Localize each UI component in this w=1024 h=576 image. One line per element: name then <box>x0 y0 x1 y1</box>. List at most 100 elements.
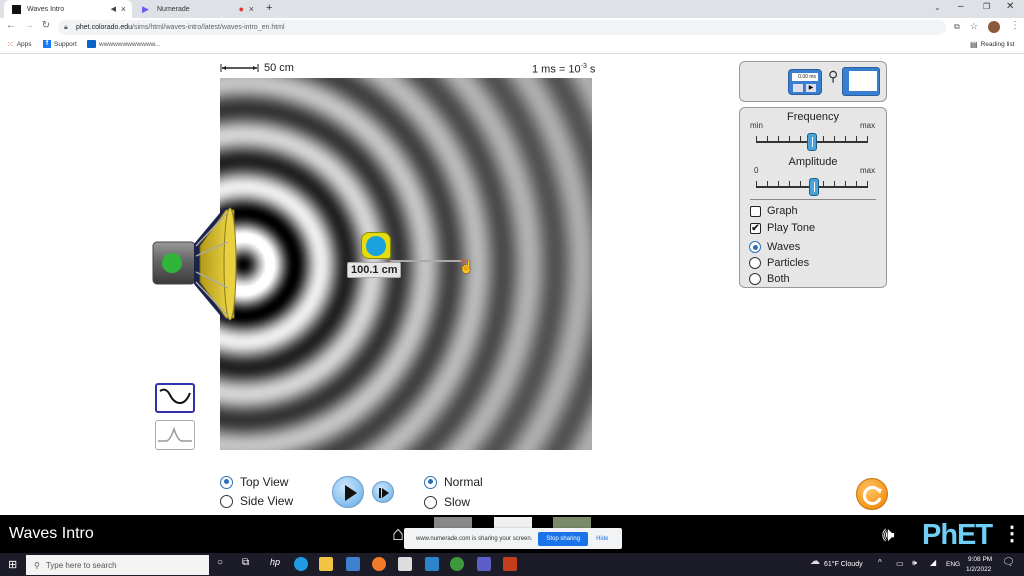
bookmark-star-icon[interactable]: ☆ <box>970 21 978 32</box>
clock-date[interactable]: 1/2/2022 <box>966 566 991 573</box>
graph-checkbox[interactable]: Graph <box>750 205 798 217</box>
task-view-icon[interactable]: ⧉ <box>242 557 249 568</box>
reset-icon <box>862 486 882 505</box>
tab-numerade[interactable]: ▶ Numerade ● × <box>134 0 260 18</box>
amplitude-slider[interactable] <box>756 178 868 196</box>
edge-icon[interactable] <box>294 557 308 571</box>
url-path: /sims/html/waves-intro/latest/waves-intr… <box>132 24 285 31</box>
forward-button[interactable]: → <box>22 20 36 31</box>
share-icon[interactable]: ⧉ <box>954 22 960 32</box>
both-radio[interactable]: Both <box>749 273 790 285</box>
profile-avatar[interactable] <box>988 21 1000 33</box>
browser-menu-icon[interactable]: ⋮ <box>1010 20 1020 31</box>
play-button[interactable] <box>332 476 364 508</box>
frequency-slider[interactable] <box>756 133 868 151</box>
continuous-wave-button[interactable] <box>155 383 195 413</box>
normal-radio-circle[interactable] <box>424 475 437 489</box>
hp-icon[interactable]: hp <box>270 557 280 567</box>
bookmark-apps[interactable]: ⁙ Apps <box>7 40 32 49</box>
play-tone-checkbox[interactable]: ✔ Play Tone <box>750 222 815 234</box>
back-button[interactable]: ← <box>4 20 18 31</box>
reload-button[interactable]: ↻ <box>39 20 53 31</box>
clock-time[interactable]: 9:08 PM <box>968 556 992 563</box>
reset-all-button[interactable] <box>856 478 888 510</box>
tab-waves-intro[interactable]: Waves Intro ◀ × <box>4 0 132 18</box>
slow-label: Slow <box>444 495 471 509</box>
language-indicator[interactable]: ENG <box>946 561 960 568</box>
stop-sharing-button[interactable]: Stop sharing <box>538 531 589 546</box>
speaker[interactable] <box>150 202 240 326</box>
store-icon[interactable] <box>398 557 412 571</box>
normal-speed-radio[interactable]: Normal <box>424 475 483 489</box>
tab-title: Waves Intro <box>27 5 65 13</box>
taskbar-search-box[interactable]: ⚲ Type here to search <box>26 555 209 575</box>
volume-icon[interactable]: 🕪︎ <box>912 558 917 568</box>
bookmark-outlook[interactable]: wwwwwwwwwwww... <box>87 40 160 48</box>
restore-button[interactable]: ❐ <box>983 2 990 11</box>
amplitude-slider-thumb[interactable] <box>809 178 820 196</box>
play-tone-checkbox-box[interactable]: ✔ <box>750 222 761 234</box>
mail-icon[interactable] <box>346 557 360 571</box>
meet-now-icon[interactable]: ▭ <box>896 559 904 568</box>
waves-radio-circle[interactable] <box>749 241 761 253</box>
chrome-icon[interactable] <box>450 557 464 571</box>
top-view-radio-circle[interactable] <box>220 475 233 489</box>
particles-radio-circle[interactable] <box>749 257 761 269</box>
graph-checkbox-box[interactable] <box>750 205 761 217</box>
cortana-icon[interactable]: ○ <box>217 557 223 568</box>
slider-tick <box>844 136 846 142</box>
reading-list-button[interactable]: ▤ Reading list <box>970 40 1015 49</box>
close-tab-icon[interactable]: × <box>121 4 126 14</box>
bookmark-label: Apps <box>16 41 32 48</box>
file-explorer-icon[interactable] <box>319 557 333 571</box>
particles-radio[interactable]: Particles <box>749 257 809 269</box>
windows-start-icon[interactable]: ⊞ <box>8 558 17 571</box>
waves-radio[interactable]: Waves <box>749 241 800 253</box>
close-window-button[interactable]: ✕ <box>1006 1 1014 12</box>
frequency-min-label: min <box>750 121 763 130</box>
stopwatch-tool[interactable]: 0.00 ms ▶ <box>788 69 822 95</box>
tape-measure-body[interactable] <box>361 232 391 259</box>
new-tab-button[interactable]: + <box>266 2 272 14</box>
side-view-radio[interactable]: Side View <box>220 494 293 508</box>
both-radio-circle[interactable] <box>749 273 761 285</box>
slider-tick <box>855 181 857 187</box>
slow-radio-circle[interactable] <box>424 495 437 509</box>
minimize-button[interactable]: – <box>958 1 964 12</box>
frequency-slider-thumb[interactable] <box>807 133 817 151</box>
teams-icon[interactable] <box>477 557 491 571</box>
notifications-icon[interactable]: 🗨︎ <box>1002 557 1015 568</box>
weather-text[interactable]: 61°F Cloudy <box>824 561 863 568</box>
wave-area <box>220 78 592 450</box>
close-tab-icon[interactable]: × <box>249 4 254 14</box>
side-view-label: Side View <box>240 494 294 508</box>
url-bar[interactable]: 🔒︎ phet.colorado.edu/sims/html/waves-int… <box>58 20 946 35</box>
tab-search-icon[interactable]: ⌄ <box>934 3 941 12</box>
phet-menu-icon[interactable]: ⋮ <box>1002 521 1022 546</box>
wave-meter-tool[interactable] <box>842 67 880 96</box>
bookmark-label: wwwwwwwwwwww... <box>99 40 161 48</box>
hand-cursor-icon: ☝ <box>459 260 474 274</box>
home-icon[interactable]: ⌂ <box>392 523 404 546</box>
sound-toggle-icon[interactable]: 🕪︎ <box>882 524 895 547</box>
hide-notice-button[interactable]: Hide <box>596 536 608 542</box>
tape-measure-readout: 100.1 cm <box>347 262 402 278</box>
slider-tick <box>789 181 791 187</box>
app-icon[interactable] <box>425 557 439 571</box>
slow-speed-radio[interactable]: Slow <box>424 495 470 509</box>
scale-arrow-icon <box>220 64 259 72</box>
weather-icon: ☁ <box>810 556 820 567</box>
network-icon[interactable]: ◢ <box>930 558 936 567</box>
firefox-icon[interactable] <box>372 557 386 571</box>
pulse-wave-button[interactable] <box>155 420 195 450</box>
step-forward-button[interactable] <box>372 481 394 503</box>
top-view-radio[interactable]: Top View <box>220 475 288 489</box>
time-scale-prefix: 1 ms = 10 <box>532 63 581 76</box>
slider-tick <box>867 136 868 142</box>
speaker-icon[interactable]: ◀ <box>111 5 116 13</box>
tray-chevron-icon[interactable]: ^ <box>878 558 882 567</box>
side-view-radio-circle[interactable] <box>220 494 233 508</box>
bookmark-support[interactable]: f Support <box>43 40 77 48</box>
powerpoint-icon[interactable] <box>503 557 517 571</box>
phet-logo[interactable]: PhET <box>922 519 993 552</box>
